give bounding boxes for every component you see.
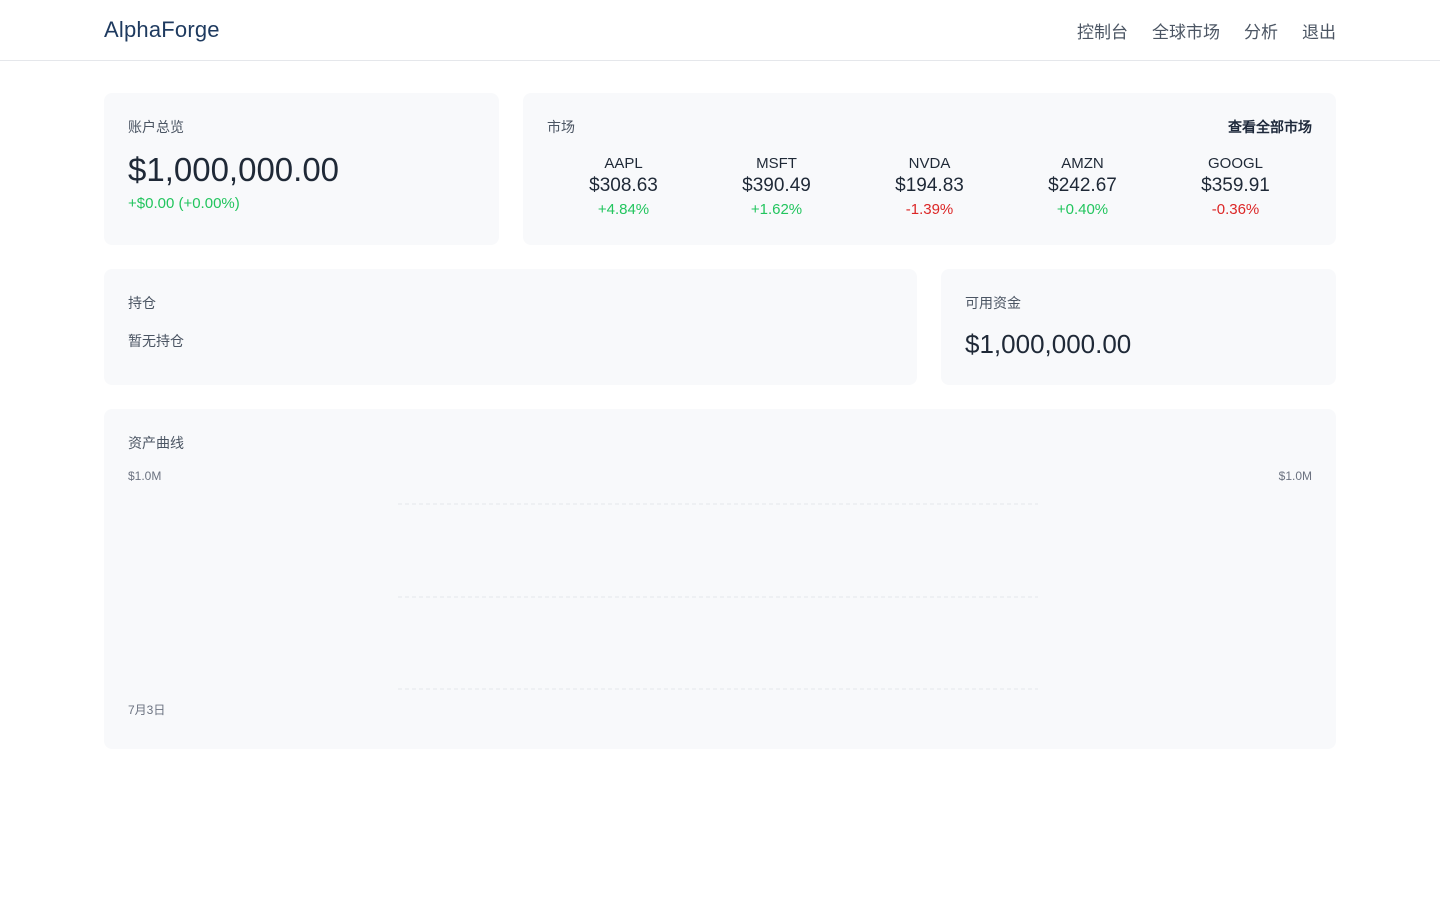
ticker-change: -0.36%	[1211, 201, 1260, 218]
nav-analysis[interactable]: 分析	[1244, 18, 1278, 43]
market-card: 市场 查看全部市场 AAPL $308.63 +4.84% MSFT $390.…	[523, 93, 1336, 245]
nav-logout[interactable]: 退出	[1302, 18, 1336, 43]
market-label: 市场	[547, 119, 575, 135]
account-overview-label: 账户总览	[128, 119, 184, 135]
ticker-price: $194.83	[895, 175, 964, 196]
balance-change: +$0.00 (+0.00%)	[128, 195, 240, 212]
account-overview-card: 账户总览 $1,000,000.00 +$0.00 (+0.00%)	[104, 93, 499, 245]
ticker-nvda[interactable]: NVDA $194.83 -1.39%	[853, 155, 1006, 218]
ticker-msft[interactable]: MSFT $390.49 +1.62%	[700, 155, 853, 218]
available-cash-label: 可用资金	[965, 295, 1021, 311]
ticker-change: -1.39%	[905, 201, 954, 218]
nav-global-markets[interactable]: 全球市场	[1152, 18, 1220, 43]
holdings-card: 持仓 暂无持仓	[104, 269, 917, 385]
ticker-price: $242.67	[1048, 175, 1117, 196]
ticker-price: $308.63	[589, 175, 658, 196]
ticker-symbol: GOOGL	[1207, 155, 1263, 172]
equity-curve-chart	[398, 503, 1038, 690]
equity-curve-card: 资产曲线 $1.0M $1.0M 7月3日	[104, 409, 1336, 749]
ticker-symbol: AAPL	[604, 155, 643, 172]
holdings-empty-message: 暂无持仓	[128, 333, 184, 349]
available-cash-card: 可用资金 $1,000,000.00	[941, 269, 1336, 385]
view-all-markets-link[interactable]: 查看全部市场	[1228, 117, 1312, 137]
ticker-change: +0.40%	[1056, 201, 1109, 218]
ticker-change: +1.62%	[750, 201, 803, 218]
ticker-amzn[interactable]: AMZN $242.67 +0.40%	[1006, 155, 1159, 218]
ticker-list: AAPL $308.63 +4.84% MSFT $390.49 +1.62% …	[547, 155, 1312, 218]
ticker-symbol: MSFT	[756, 155, 797, 172]
available-cash-value: $1,000,000.00	[965, 329, 1132, 359]
ticker-symbol: NVDA	[908, 155, 951, 172]
nav-dashboard[interactable]: 控制台	[1077, 18, 1128, 43]
ticker-change: +4.84%	[597, 201, 650, 218]
holdings-label: 持仓	[128, 295, 156, 311]
main-nav: 控制台 全球市场 分析 退出	[1077, 18, 1336, 43]
total-balance: $1,000,000.00	[128, 151, 340, 188]
ticker-googl[interactable]: GOOGL $359.91 -0.36%	[1159, 155, 1312, 218]
top-navbar: AlphaForge 控制台 全球市场 分析 退出	[0, 0, 1440, 61]
y-axis-left-label: $1.0M	[128, 469, 162, 483]
brand-logo[interactable]: AlphaForge	[104, 17, 220, 43]
ticker-price: $359.91	[1201, 175, 1270, 196]
ticker-aapl[interactable]: AAPL $308.63 +4.84%	[547, 155, 700, 218]
ticker-symbol: AMZN	[1061, 155, 1104, 172]
y-axis-right-label: $1.0M	[1278, 469, 1312, 483]
ticker-price: $390.49	[742, 175, 811, 196]
x-axis-date-label: 7月3日	[128, 703, 166, 717]
